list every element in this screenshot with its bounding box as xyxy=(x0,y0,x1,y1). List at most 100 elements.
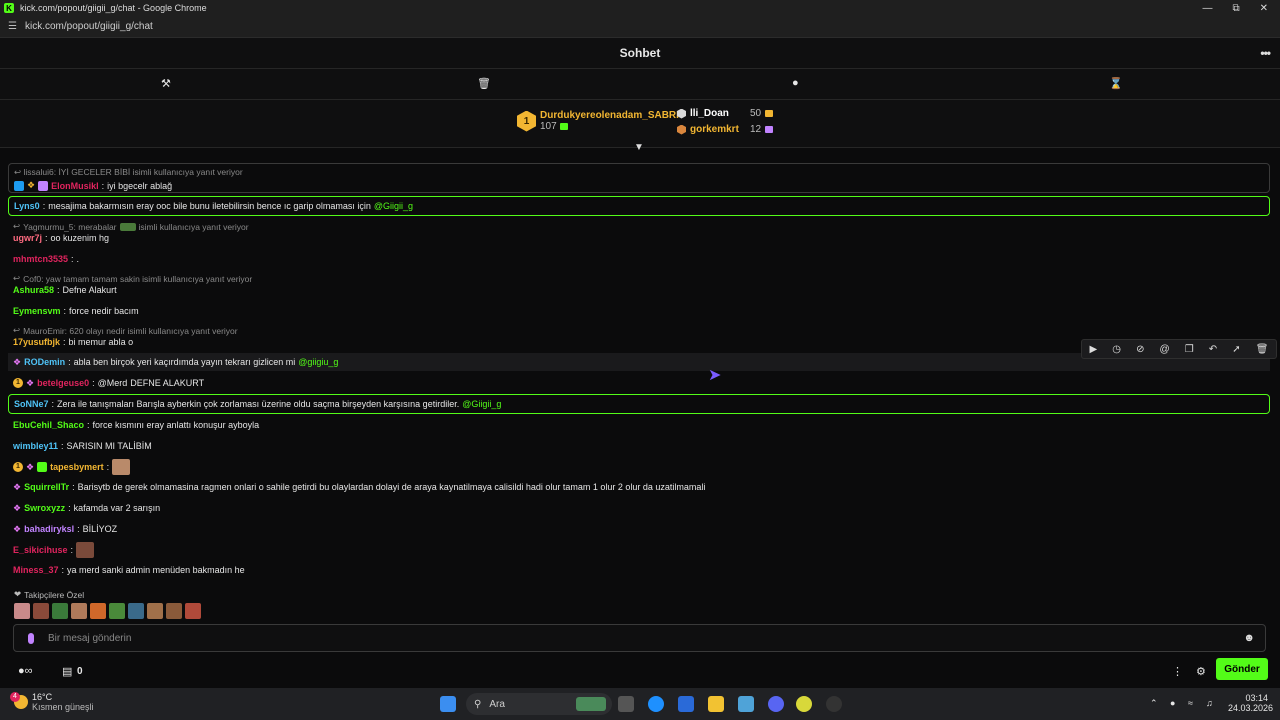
wifi-icon[interactable]: ≈ xyxy=(1188,698,1193,708)
message-username[interactable]: EbuCehil_Shaco xyxy=(13,420,84,430)
network-app-icon[interactable] xyxy=(738,696,754,712)
weather-widget[interactable]: 4 16°C Kısmen güneşli xyxy=(10,692,94,712)
delete-icon[interactable]: 🗑 xyxy=(1256,344,1269,355)
slow-mode-hourglass-icon[interactable]: ⌛ xyxy=(1109,77,1123,90)
emote-image[interactable] xyxy=(128,603,144,619)
emote-image xyxy=(76,542,95,558)
more-options-icon[interactable]: ••• xyxy=(1260,46,1271,60)
list-item[interactable]: ugwr7j: oo kuzenim hg xyxy=(8,232,1270,244)
message-text: SARISIN MI TALİBİM xyxy=(66,441,152,451)
leaderboard-third[interactable]: gorkemkrt 12 xyxy=(677,124,774,135)
leaderboard-second[interactable]: lli_Doan 50 xyxy=(677,108,774,119)
store-icon[interactable]: ▤ xyxy=(62,665,72,678)
url-text[interactable]: kick.com/popout/giigii_g/chat xyxy=(25,21,153,32)
emoji-picker-icon[interactable]: ☻ xyxy=(1243,632,1255,644)
message-username[interactable]: Lyns0 xyxy=(14,201,40,211)
message-username[interactable]: wimbley11 xyxy=(13,441,58,451)
list-item[interactable]: EbuCehil_Shaco: force kısmını eray anlat… xyxy=(8,419,1270,431)
more-vertical-icon[interactable]: ⋮ xyxy=(1172,665,1183,678)
list-item[interactable]: Lyns0: mesajima bakarmısın eray ooc bile… xyxy=(8,196,1270,216)
copy-icon[interactable]: ❐ xyxy=(1185,344,1194,355)
list-item[interactable]: E_sikicihuse: xyxy=(8,541,1270,559)
message-username[interactable]: RODemin xyxy=(24,357,65,367)
clock[interactable]: 03:14 24.03.2026 xyxy=(1228,693,1273,713)
site-settings-icon[interactable]: ☰ xyxy=(8,21,17,32)
message-username[interactable]: Miness_37 xyxy=(13,565,59,575)
discord-icon[interactable] xyxy=(768,696,784,712)
list-item[interactable]: ↩ lissalui6: İYİ GECELER BİBİ isimli kul… xyxy=(8,163,1270,193)
message-username[interactable]: betelgeuse0 xyxy=(37,378,89,388)
close-icon[interactable]: ✕ xyxy=(1260,3,1268,14)
chat-bubble-icon[interactable]: ● xyxy=(792,77,799,89)
mention-icon[interactable]: @ xyxy=(1160,344,1170,355)
message-mention[interactable]: @Giigii_g xyxy=(462,399,501,409)
list-item[interactable]: 1 ❖ tapesbymert: xyxy=(8,458,1270,476)
file-explorer-icon[interactable] xyxy=(708,696,724,712)
list-item[interactable]: 1 ❖ betelgeuse0: @Merd DEFNE ALAKURT xyxy=(8,377,1270,389)
list-item[interactable]: SoNNe7: Zera ile tanışmaları Barışla ayb… xyxy=(8,394,1270,414)
message-username[interactable]: Eymensvm xyxy=(13,306,61,316)
address-bar[interactable]: ☰ kick.com/popout/giigii_g/chat xyxy=(0,16,1280,38)
edge-icon[interactable] xyxy=(648,696,664,712)
list-item[interactable]: wimbley11: SARISIN MI TALİBİM xyxy=(8,440,1270,452)
start-windows-icon[interactable] xyxy=(440,696,456,712)
message-username[interactable]: tapesbymert xyxy=(50,462,104,472)
message-username[interactable]: SoNNe7 xyxy=(14,399,49,409)
message-username[interactable]: SquirrellTr xyxy=(24,482,69,492)
list-item[interactable]: ❖ Swroxyzz: kafamda var 2 sarışın xyxy=(8,502,1270,514)
points-infinity-icon[interactable]: ●∞ xyxy=(18,665,33,677)
settings-gear-icon[interactable]: ⚙ xyxy=(1196,665,1206,678)
message-mention[interactable]: @Merd xyxy=(98,378,128,388)
chrome-icon[interactable] xyxy=(796,696,812,712)
minimize-icon[interactable]: — xyxy=(1202,3,1212,14)
ban-hammer-icon[interactable]: ⚒ xyxy=(161,77,171,90)
list-item[interactable]: mhmtcn3535: . xyxy=(8,253,1270,265)
message-username[interactable]: ElonMusikl xyxy=(51,181,99,191)
list-item[interactable]: ❖ bahadiryksl: BİLİYOZ xyxy=(8,523,1270,535)
emote-image[interactable] xyxy=(90,603,106,619)
pin-icon[interactable]: ➚ xyxy=(1232,344,1240,355)
message-username[interactable]: 17yusufbjk xyxy=(13,337,60,347)
reply-icon[interactable]: ↶ xyxy=(1209,344,1217,355)
app-icon[interactable] xyxy=(826,696,842,712)
list-item[interactable]: ❖ SquirrellTr: Barisytb de gerek olmamas… xyxy=(8,481,1270,493)
message-username[interactable]: Ashura58 xyxy=(13,285,54,295)
message-username[interactable]: Swroxyzz xyxy=(24,503,65,513)
timeout-clock-icon[interactable]: ◷ xyxy=(1112,344,1121,355)
reply-context: ↩ Cof0: yaw tamam tamam sakin isimli kul… xyxy=(13,273,253,284)
volume-icon[interactable]: ♫ xyxy=(1206,698,1213,708)
emote-image[interactable] xyxy=(52,603,68,619)
message-username[interactable]: mhmtcn3535 xyxy=(13,254,68,264)
message-input-placeholder[interactable]: Bir mesaj gönderin xyxy=(48,633,131,644)
microphone-icon[interactable] xyxy=(28,632,34,644)
restore-icon[interactable]: ⧉ xyxy=(1232,3,1239,14)
play-icon[interactable]: ▶ xyxy=(1090,344,1098,355)
list-item[interactable]: Eymensvm: force nedir bacım xyxy=(8,305,1270,317)
emote-image[interactable] xyxy=(14,603,30,619)
tray-chevron-icon[interactable]: ⌃ xyxy=(1150,698,1158,709)
taskbar-search[interactable]: ⚲ Ara xyxy=(466,693,612,715)
message-mention[interactable]: @Giigii_g xyxy=(374,201,413,211)
emote-image[interactable] xyxy=(109,603,125,619)
store-app-icon[interactable] xyxy=(678,696,694,712)
message-username[interactable]: bahadiryksl xyxy=(24,524,74,534)
chat-message-list[interactable]: ↩ lissalui6: İYİ GECELER BİBİ isimli kul… xyxy=(0,148,1280,620)
message-username[interactable]: E_sikicihuse xyxy=(13,545,68,555)
message-username[interactable]: ugwr7j xyxy=(13,233,42,243)
leaderboard-first[interactable]: 1 Durdukyereolenadam_SABRI 107 xyxy=(517,110,679,132)
send-button[interactable]: Gönder xyxy=(1216,658,1268,680)
list-item[interactable]: Ashura58: Defne Alakurt xyxy=(8,284,1270,296)
microphone-tray-icon[interactable]: ● xyxy=(1170,698,1175,708)
message-input[interactable]: Bir mesaj gönderin ☻ xyxy=(13,624,1266,652)
message-mention[interactable]: @giigiu_g xyxy=(298,357,338,367)
list-item[interactable]: Miness_37: ya merd sanki admin menüden b… xyxy=(8,564,1270,576)
emote-image[interactable] xyxy=(71,603,87,619)
emote-image[interactable] xyxy=(147,603,163,619)
subscriber-gift-icon xyxy=(38,180,49,191)
emote-image[interactable] xyxy=(33,603,49,619)
clear-chat-trash-icon[interactable]: 🗑 xyxy=(477,77,491,90)
task-view-icon[interactable] xyxy=(618,696,634,712)
emote-image[interactable] xyxy=(185,603,201,619)
emote-image[interactable] xyxy=(166,603,182,619)
hide-icon[interactable]: ⊘ xyxy=(1136,344,1144,355)
